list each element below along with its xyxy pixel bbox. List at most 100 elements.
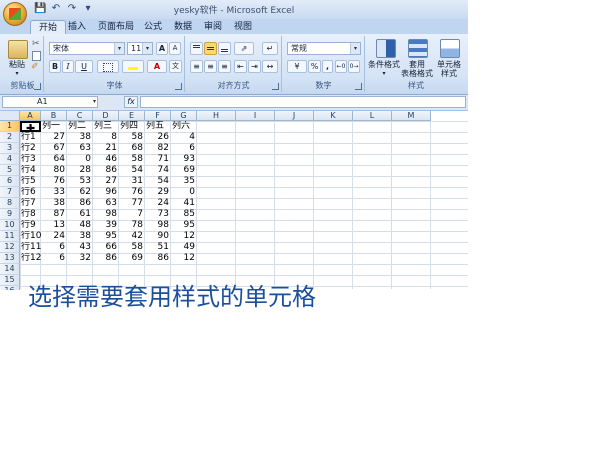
number-format-select[interactable]: 常规 ▾ <box>287 42 361 55</box>
cell-e1[interactable]: 列四 <box>119 121 145 132</box>
tab-formulas[interactable]: 公式 <box>136 20 170 34</box>
cut-icon[interactable]: ✂ <box>32 39 40 49</box>
paste-dropdown-icon[interactable]: ▾ <box>10 69 24 78</box>
copy-icon[interactable] <box>32 51 41 61</box>
format-as-table-icon[interactable] <box>408 39 428 58</box>
cell-e4[interactable]: 58 <box>119 154 145 165</box>
conditional-formatting-icon[interactable] <box>376 39 396 58</box>
cell-a8[interactable]: 行7 <box>20 198 41 209</box>
cell-e5[interactable]: 54 <box>119 165 145 176</box>
number-launcher-icon[interactable] <box>355 83 362 90</box>
percent-button[interactable]: % <box>308 60 321 73</box>
cell-d13[interactable]: 86 <box>93 253 119 264</box>
cell-f8[interactable]: 24 <box>145 198 171 209</box>
row-header-3[interactable]: 3 <box>0 143 20 154</box>
cell-c12[interactable]: 43 <box>67 242 93 253</box>
format-as-table-button-line1[interactable]: 套用 <box>402 60 432 69</box>
cell-f12[interactable]: 51 <box>145 242 171 253</box>
cell-d3[interactable]: 21 <box>93 143 119 154</box>
row-header-5[interactable]: 5 <box>0 165 20 176</box>
cell-f10[interactable]: 98 <box>145 220 171 231</box>
cell-e6[interactable]: 31 <box>119 176 145 187</box>
chevron-down-icon[interactable]: ▾ <box>142 43 152 54</box>
cell-c9[interactable]: 61 <box>67 209 93 220</box>
cell-g4[interactable]: 93 <box>171 154 197 165</box>
align-top-button[interactable] <box>190 42 203 55</box>
cell-a4[interactable]: 行3 <box>20 154 41 165</box>
cell-b1[interactable]: 列一 <box>41 121 67 132</box>
increase-indent-button[interactable]: ⇥ <box>248 60 261 73</box>
merge-center-button[interactable]: ↔ <box>262 60 278 73</box>
cell-e9[interactable]: 7 <box>119 209 145 220</box>
cell-e11[interactable]: 42 <box>119 231 145 242</box>
cell-c10[interactable]: 48 <box>67 220 93 231</box>
cell-e8[interactable]: 77 <box>119 198 145 209</box>
cell-b8[interactable]: 38 <box>41 198 67 209</box>
tab-data[interactable]: 数据 <box>166 20 200 34</box>
row-header-9[interactable]: 9 <box>0 209 20 220</box>
cell-e2[interactable]: 58 <box>119 132 145 143</box>
cell-f6[interactable]: 54 <box>145 176 171 187</box>
cell-d9[interactable]: 98 <box>93 209 119 220</box>
office-button[interactable] <box>3 2 27 26</box>
row-header-15[interactable]: 15 <box>0 275 20 286</box>
column-header-j[interactable]: J <box>275 111 314 121</box>
font-launcher-icon[interactable] <box>175 83 182 90</box>
cell-styles-icon[interactable] <box>440 39 460 58</box>
column-header-l[interactable]: L <box>353 111 392 121</box>
cell-d10[interactable]: 39 <box>93 220 119 231</box>
row-header-14[interactable]: 14 <box>0 264 20 275</box>
cell-d5[interactable]: 86 <box>93 165 119 176</box>
cell-g3[interactable]: 6 <box>171 143 197 154</box>
cell-f1[interactable]: 列五 <box>145 121 171 132</box>
cell-b12[interactable]: 6 <box>41 242 67 253</box>
cell-f13[interactable]: 86 <box>145 253 171 264</box>
cell-f3[interactable]: 82 <box>145 143 171 154</box>
cell-b9[interactable]: 87 <box>41 209 67 220</box>
conditional-formatting-button[interactable]: 条件格式 <box>366 60 402 69</box>
cell-f2[interactable]: 26 <box>145 132 171 143</box>
row-header-16[interactable]: 16 <box>0 286 20 290</box>
paste-icon[interactable] <box>8 40 28 59</box>
cell-f11[interactable]: 90 <box>145 231 171 242</box>
row-header-2[interactable]: 2 <box>0 132 20 143</box>
cell-d7[interactable]: 96 <box>93 187 119 198</box>
cell-g1[interactable]: 列六 <box>171 121 197 132</box>
align-bottom-button[interactable] <box>218 42 231 55</box>
row-header-10[interactable]: 10 <box>0 220 20 231</box>
cell-d11[interactable]: 95 <box>93 231 119 242</box>
cell-d6[interactable]: 27 <box>93 176 119 187</box>
cell-b7[interactable]: 33 <box>41 187 67 198</box>
phonetic-guide-button[interactable]: 文 <box>169 60 182 73</box>
column-header-h[interactable]: H <box>197 111 236 121</box>
column-header-i[interactable]: I <box>236 111 275 121</box>
paste-label[interactable]: 粘贴 <box>4 60 30 69</box>
cell-c1[interactable]: 列二 <box>67 121 93 132</box>
cell-d1[interactable]: 列三 <box>93 121 119 132</box>
row-header-12[interactable]: 12 <box>0 242 20 253</box>
cell-d8[interactable]: 63 <box>93 198 119 209</box>
cell-b2[interactable]: 27 <box>41 132 67 143</box>
cell-b10[interactable]: 13 <box>41 220 67 231</box>
font-size-select[interactable]: 11 ▾ <box>127 42 153 55</box>
cell-g8[interactable]: 41 <box>171 198 197 209</box>
column-header-g[interactable]: G <box>171 111 197 121</box>
cell-styles-button-line1[interactable]: 单元格 <box>434 60 464 69</box>
worksheet-grid[interactable]: ✚ ABCDEFGHIJKLM12345678910111213141516列一… <box>0 111 468 290</box>
borders-button[interactable] <box>97 60 119 73</box>
chevron-down-icon[interactable]: ▾ <box>350 43 360 54</box>
cell-b6[interactable]: 76 <box>41 176 67 187</box>
align-middle-button[interactable] <box>204 42 217 55</box>
cell-g9[interactable]: 85 <box>171 209 197 220</box>
grow-font-button[interactable]: A <box>156 42 168 55</box>
cell-a5[interactable]: 行4 <box>20 165 41 176</box>
cell-c3[interactable]: 63 <box>67 143 93 154</box>
cell-c6[interactable]: 53 <box>67 176 93 187</box>
cell-e3[interactable]: 68 <box>119 143 145 154</box>
clipboard-launcher-icon[interactable] <box>34 83 41 90</box>
cell-d2[interactable]: 8 <box>93 132 119 143</box>
cell-g12[interactable]: 49 <box>171 242 197 253</box>
cell-b5[interactable]: 80 <box>41 165 67 176</box>
cell-d4[interactable]: 46 <box>93 154 119 165</box>
cell-c7[interactable]: 62 <box>67 187 93 198</box>
